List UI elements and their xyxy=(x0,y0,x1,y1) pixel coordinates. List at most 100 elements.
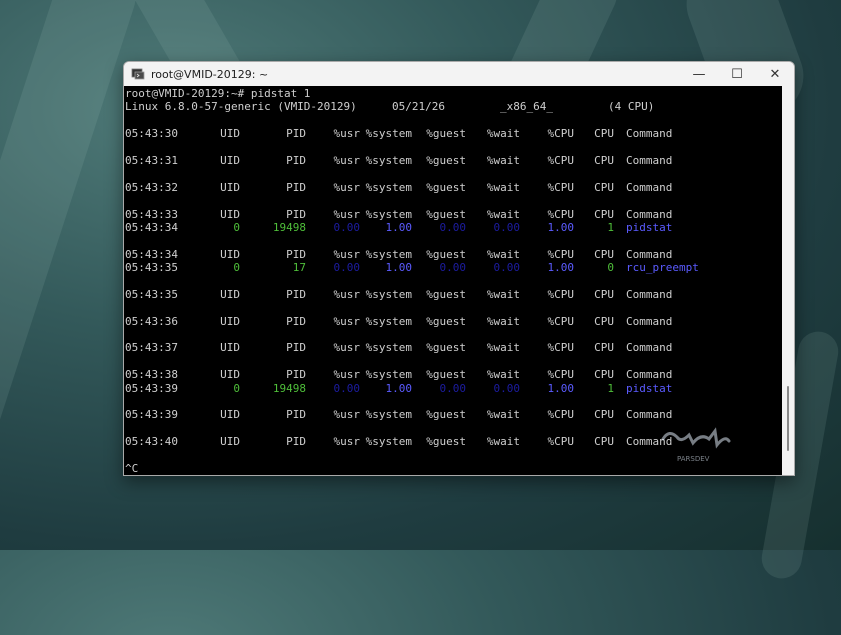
header-guest: %guest xyxy=(426,435,466,449)
header-uid: UID xyxy=(220,127,240,141)
terminal-window[interactable]: root@VMID-20129: ~ — ☐ ✕ root@VMID-20129… xyxy=(123,61,795,476)
header-pid: PID xyxy=(286,153,306,167)
timestamp: 05:43:38 xyxy=(125,368,178,382)
cell-guest: 0.00 xyxy=(439,220,467,234)
timestamp: 05:43:30 xyxy=(125,127,178,141)
stats-header-row: 05:43:39 UID PID %usr %system %guest %wait %CPU… xyxy=(124,408,782,421)
terminal-output[interactable]: root@VMID-20129:~# pidstat 1 Linux 6.8.0… xyxy=(124,86,782,475)
header-cpu-pct: %CPU xyxy=(547,314,575,328)
scrollbar-thumb[interactable] xyxy=(787,386,789,451)
terminal-icon xyxy=(131,68,145,80)
cell-guest: 0.00 xyxy=(439,381,467,395)
header-cpu-pct: %CPU xyxy=(547,207,575,221)
cell-command: pidstat xyxy=(626,381,673,395)
header-pid: PID xyxy=(286,127,306,141)
header-uid: UID xyxy=(220,153,240,167)
cell-pid: 19498 xyxy=(272,381,306,395)
header-usr: %usr xyxy=(333,341,361,355)
header-command: Command xyxy=(626,247,673,261)
timestamp: 05:43:33 xyxy=(125,207,178,221)
minimize-button[interactable]: — xyxy=(680,62,718,86)
header-cpu: CPU xyxy=(594,314,614,328)
cell-usr: 0.00 xyxy=(333,261,361,275)
stats-header-row: 05:43:33 UID PID %usr %system %guest %wait %CPU… xyxy=(124,208,782,221)
header-usr: %usr xyxy=(333,207,361,221)
vertical-scrollbar[interactable] xyxy=(782,86,794,475)
kernel-info: Linux 6.8.0-57-generic (VMID-20129) xyxy=(125,100,357,114)
timestamp: 05:43:35 xyxy=(125,287,178,301)
header-cpu-pct: %CPU xyxy=(547,435,575,449)
header-pid: PID xyxy=(286,368,306,382)
header-command: Command xyxy=(626,314,673,328)
cell-uid: 0 xyxy=(233,220,240,234)
header-system: %system xyxy=(365,368,412,382)
cell-pid: 19498 xyxy=(272,220,306,234)
header-usr: %usr xyxy=(333,314,361,328)
cell-usr: 0.00 xyxy=(333,381,361,395)
stats-header-row: 05:43:34 UID PID %usr %system %guest %wait %CPU… xyxy=(124,248,782,261)
header-system: %system xyxy=(365,435,412,449)
stats-header-row: 05:43:35 UID PID %usr %system %guest %wait %CPU… xyxy=(124,288,782,301)
header-cpu-pct: %CPU xyxy=(547,153,575,167)
header-wait: %wait xyxy=(486,287,520,301)
cell-system: 1.00 xyxy=(385,261,413,275)
header-pid: PID xyxy=(286,180,306,194)
stats-header-row: 05:43:38 UID PID %usr %system %guest %wait %CPU… xyxy=(124,368,782,381)
header-uid: UID xyxy=(220,435,240,449)
header-wait: %wait xyxy=(486,127,520,141)
header-cpu: CPU xyxy=(594,368,614,382)
header-uid: UID xyxy=(220,247,240,261)
cell-guest: 0.00 xyxy=(439,261,467,275)
header-wait: %wait xyxy=(486,207,520,221)
header-cpu: CPU xyxy=(594,153,614,167)
header-wait: %wait xyxy=(486,408,520,422)
cell-wait: 0.00 xyxy=(493,261,521,275)
maximize-button[interactable]: ☐ xyxy=(718,62,756,86)
header-usr: %usr xyxy=(333,287,361,301)
header-uid: UID xyxy=(220,287,240,301)
watermark-text: PARSDEV xyxy=(677,455,710,463)
stats-header-row: 05:43:36 UID PID %usr %system %guest %wait %CPU… xyxy=(124,315,782,328)
timestamp: 05:43:39 xyxy=(125,408,178,422)
timestamp: 05:43:39 xyxy=(125,381,178,395)
cpu-count-info: (4 CPU) xyxy=(608,100,655,114)
stats-header-row: 05:43:37 UID PID %usr %system %guest %wait %CPU… xyxy=(124,341,782,354)
header-usr: %usr xyxy=(333,180,361,194)
header-cpu: CPU xyxy=(594,435,614,449)
header-system: %system xyxy=(365,180,412,194)
header-system: %system xyxy=(365,287,412,301)
header-cpu-pct: %CPU xyxy=(547,180,575,194)
header-command: Command xyxy=(626,368,673,382)
header-uid: UID xyxy=(220,207,240,221)
timestamp: 05:43:36 xyxy=(125,314,178,328)
cell-uid: 0 xyxy=(233,381,240,395)
cell-cpu-pct: 1.00 xyxy=(547,261,575,275)
header-cpu: CPU xyxy=(594,247,614,261)
header-system: %system xyxy=(365,408,412,422)
header-usr: %usr xyxy=(333,127,361,141)
prompt-line: root@VMID-20129:~# pidstat 1 xyxy=(124,87,782,100)
timestamp: 05:43:35 xyxy=(125,261,178,275)
header-pid: PID xyxy=(286,408,306,422)
header-usr: %usr xyxy=(333,408,361,422)
header-cpu-pct: %CPU xyxy=(547,341,575,355)
header-uid: UID xyxy=(220,341,240,355)
header-system: %system xyxy=(365,341,412,355)
header-guest: %guest xyxy=(426,180,466,194)
title-bar[interactable]: root@VMID-20129: ~ — ☐ ✕ xyxy=(124,62,794,86)
header-pid: PID xyxy=(286,314,306,328)
cell-uid: 0 xyxy=(233,261,240,275)
close-button[interactable]: ✕ xyxy=(756,62,794,86)
header-system: %system xyxy=(365,153,412,167)
header-wait: %wait xyxy=(486,368,520,382)
cell-system: 1.00 xyxy=(385,220,413,234)
stats-header-row: 05:43:32 UID PID %usr %system %guest %wait %CPU… xyxy=(124,181,782,194)
interrupt-text: ^C xyxy=(125,461,139,475)
header-cpu-pct: %CPU xyxy=(547,408,575,422)
header-guest: %guest xyxy=(426,287,466,301)
header-command: Command xyxy=(626,408,673,422)
